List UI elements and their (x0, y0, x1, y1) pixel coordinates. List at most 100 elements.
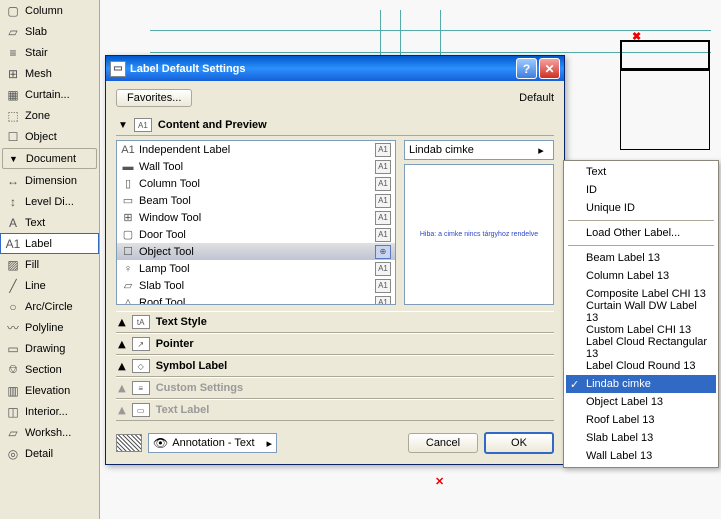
section-custom-settings: ▶≡Custom Settings (116, 377, 554, 399)
tool-polyline[interactable]: 〰Polyline (0, 317, 99, 338)
label-type-combo[interactable]: Lindab cimke ▸ (404, 140, 554, 160)
menu-item-label-cloud-round-13[interactable]: Label Cloud Round 13 (566, 357, 716, 375)
chevron-right-icon: ▶ (116, 362, 127, 370)
tool-icon: ◫ (5, 404, 21, 420)
dialog-titlebar[interactable]: ▭ Label Default Settings ? ✕ (106, 56, 564, 81)
tool-icon: ⎊ (5, 362, 21, 378)
tool-icon: ▢ (121, 228, 135, 242)
error-marker-icon: ✖ (632, 30, 641, 43)
tool-elevation[interactable]: ▥Elevation (0, 380, 99, 401)
label-tool-window-tool[interactable]: ⊞Window ToolA1 (117, 209, 395, 226)
tool-dimension[interactable]: ↔Dimension (0, 170, 99, 191)
tool-label[interactable]: A1Label (0, 233, 99, 254)
error-marker-icon: ✕ (435, 475, 444, 488)
tool-arc-circle[interactable]: ○Arc/Circle (0, 296, 99, 317)
eye-icon: 👁 (153, 436, 168, 450)
tool-drawing[interactable]: ▭Drawing (0, 338, 99, 359)
tool-icon: ⊞ (5, 66, 21, 82)
menu-item-id[interactable]: ID (566, 181, 716, 199)
tool-icon: ▢ (5, 3, 21, 19)
label-tool-independent-label[interactable]: A1Independent LabelA1 (117, 141, 395, 158)
toolbox-panel: ▢Column▱Slab≡Stair⊞Mesh▦Curtain...⬚Zone☐… (0, 0, 100, 519)
tool-detail[interactable]: ◎Detail (0, 443, 99, 464)
label-indicator-icon: A1 (375, 160, 391, 174)
tool-icon: ⬚ (5, 108, 21, 124)
default-label: Default (519, 92, 554, 104)
tool-text[interactable]: AText (0, 212, 99, 233)
label-tool-door-tool[interactable]: ▢Door ToolA1 (117, 226, 395, 243)
label-tool-slab-tool[interactable]: ▱Slab ToolA1 (117, 277, 395, 294)
tool-section[interactable]: ⎊Section (0, 359, 99, 380)
favorites-button[interactable]: Favorites... (116, 89, 192, 107)
tool-icon: ▱ (5, 24, 21, 40)
layer-hatch-icon[interactable] (116, 434, 142, 452)
chevron-right-icon: ▶ (116, 340, 127, 348)
tool-icon: ▱ (121, 279, 135, 293)
tool-worksh-[interactable]: ▱Worksh... (0, 422, 99, 443)
label-tool-column-tool[interactable]: ▯Column ToolA1 (117, 175, 395, 192)
cancel-button[interactable]: Cancel (408, 433, 478, 453)
tool-icon: A1 (5, 236, 21, 252)
annotation-layer-combo[interactable]: 👁 Annotation - Text ▸ (148, 433, 277, 453)
tool-icon: ▯ (121, 177, 135, 191)
menu-item-lindab-cimke[interactable]: ✓Lindab cimke (566, 375, 716, 393)
close-button[interactable]: ✕ (539, 58, 560, 79)
section-text-style[interactable]: ▶tAText Style (116, 311, 554, 333)
label-indicator-icon: A1 (375, 262, 391, 276)
menu-item-unique-id[interactable]: Unique ID (566, 199, 716, 217)
chevron-right-icon: ▸ (266, 437, 272, 450)
section-pointer[interactable]: ▶↗Pointer (116, 333, 554, 355)
tool-level-di-[interactable]: ↕Level Di... (0, 191, 99, 212)
label-tool-list[interactable]: A1Independent LabelA1▬Wall ToolA1▯Column… (116, 140, 396, 305)
tool-curtain-[interactable]: ▦Curtain... (0, 84, 99, 105)
tool-icon: ◎ (5, 446, 21, 462)
menu-item-roof-label-13[interactable]: Roof Label 13 (566, 411, 716, 429)
label-tool-beam-tool[interactable]: ▭Beam ToolA1 (117, 192, 395, 209)
menu-item-object-label-13[interactable]: Object Label 13 (566, 393, 716, 411)
tool-column[interactable]: ▢Column (0, 0, 99, 21)
menu-item-text[interactable]: Text (566, 163, 716, 181)
label-indicator-icon: A1 (375, 296, 391, 306)
section-icon: A1 (134, 118, 152, 132)
label-indicator-icon: A1 (375, 177, 391, 191)
tool-interior-[interactable]: ◫Interior... (0, 401, 99, 422)
ok-button[interactable]: OK (484, 432, 554, 454)
label-indicator-icon: ⊕ (375, 245, 391, 259)
label-tool-lamp-tool[interactable]: ♀Lamp ToolA1 (117, 260, 395, 277)
tool-icon: ▥ (5, 383, 21, 399)
tool-zone[interactable]: ⬚Zone (0, 105, 99, 126)
label-type-menu[interactable]: TextIDUnique ID Load Other Label... Beam L… (563, 160, 719, 468)
tool-fill[interactable]: ▨Fill (0, 254, 99, 275)
tool-icon: ▦ (5, 87, 21, 103)
toolbox-group-header[interactable]: ▼Document (2, 148, 97, 169)
help-button[interactable]: ? (516, 58, 537, 79)
label-indicator-icon: A1 (375, 194, 391, 208)
label-tool-object-tool[interactable]: ☐Object Tool⊕ (117, 243, 395, 260)
content-preview-header[interactable]: ▼ A1 Content and Preview (116, 115, 554, 136)
tool-stair[interactable]: ≡Stair (0, 42, 99, 63)
tool-slab[interactable]: ▱Slab (0, 21, 99, 42)
section-icon: ↗ (132, 337, 150, 351)
menu-item-load-other-label-[interactable]: Load Other Label... (566, 224, 716, 242)
tool-icon: ↔ (5, 173, 21, 189)
tool-icon: ▬ (121, 160, 135, 174)
tool-icon: ☐ (121, 245, 135, 259)
tool-line[interactable]: ╱Line (0, 275, 99, 296)
menu-item-beam-label-13[interactable]: Beam Label 13 (566, 249, 716, 267)
label-default-settings-dialog: ▭ Label Default Settings ? ✕ Favorites..… (105, 55, 565, 465)
tool-icon: A (5, 215, 21, 231)
label-indicator-icon: A1 (375, 211, 391, 225)
tool-object[interactable]: ☐Object (0, 126, 99, 147)
menu-item-slab-label-13[interactable]: Slab Label 13 (566, 429, 716, 447)
check-icon: ✓ (570, 378, 579, 391)
menu-item-label-cloud-rectangular-13[interactable]: Label Cloud Rectangular 13 (566, 339, 716, 357)
menu-item-wall-label-13[interactable]: Wall Label 13 (566, 447, 716, 465)
menu-item-column-label-13[interactable]: Column Label 13 (566, 267, 716, 285)
menu-item-curtain-wall-dw-label-13[interactable]: Curtain Wall DW Label 13 (566, 303, 716, 321)
section-symbol-label[interactable]: ▶◇Symbol Label (116, 355, 554, 377)
label-indicator-icon: A1 (375, 228, 391, 242)
label-tool-wall-tool[interactable]: ▬Wall ToolA1 (117, 158, 395, 175)
tool-mesh[interactable]: ⊞Mesh (0, 63, 99, 84)
label-tool-roof-tool[interactable]: △Roof ToolA1 (117, 294, 395, 305)
tool-icon: ☐ (5, 129, 21, 145)
